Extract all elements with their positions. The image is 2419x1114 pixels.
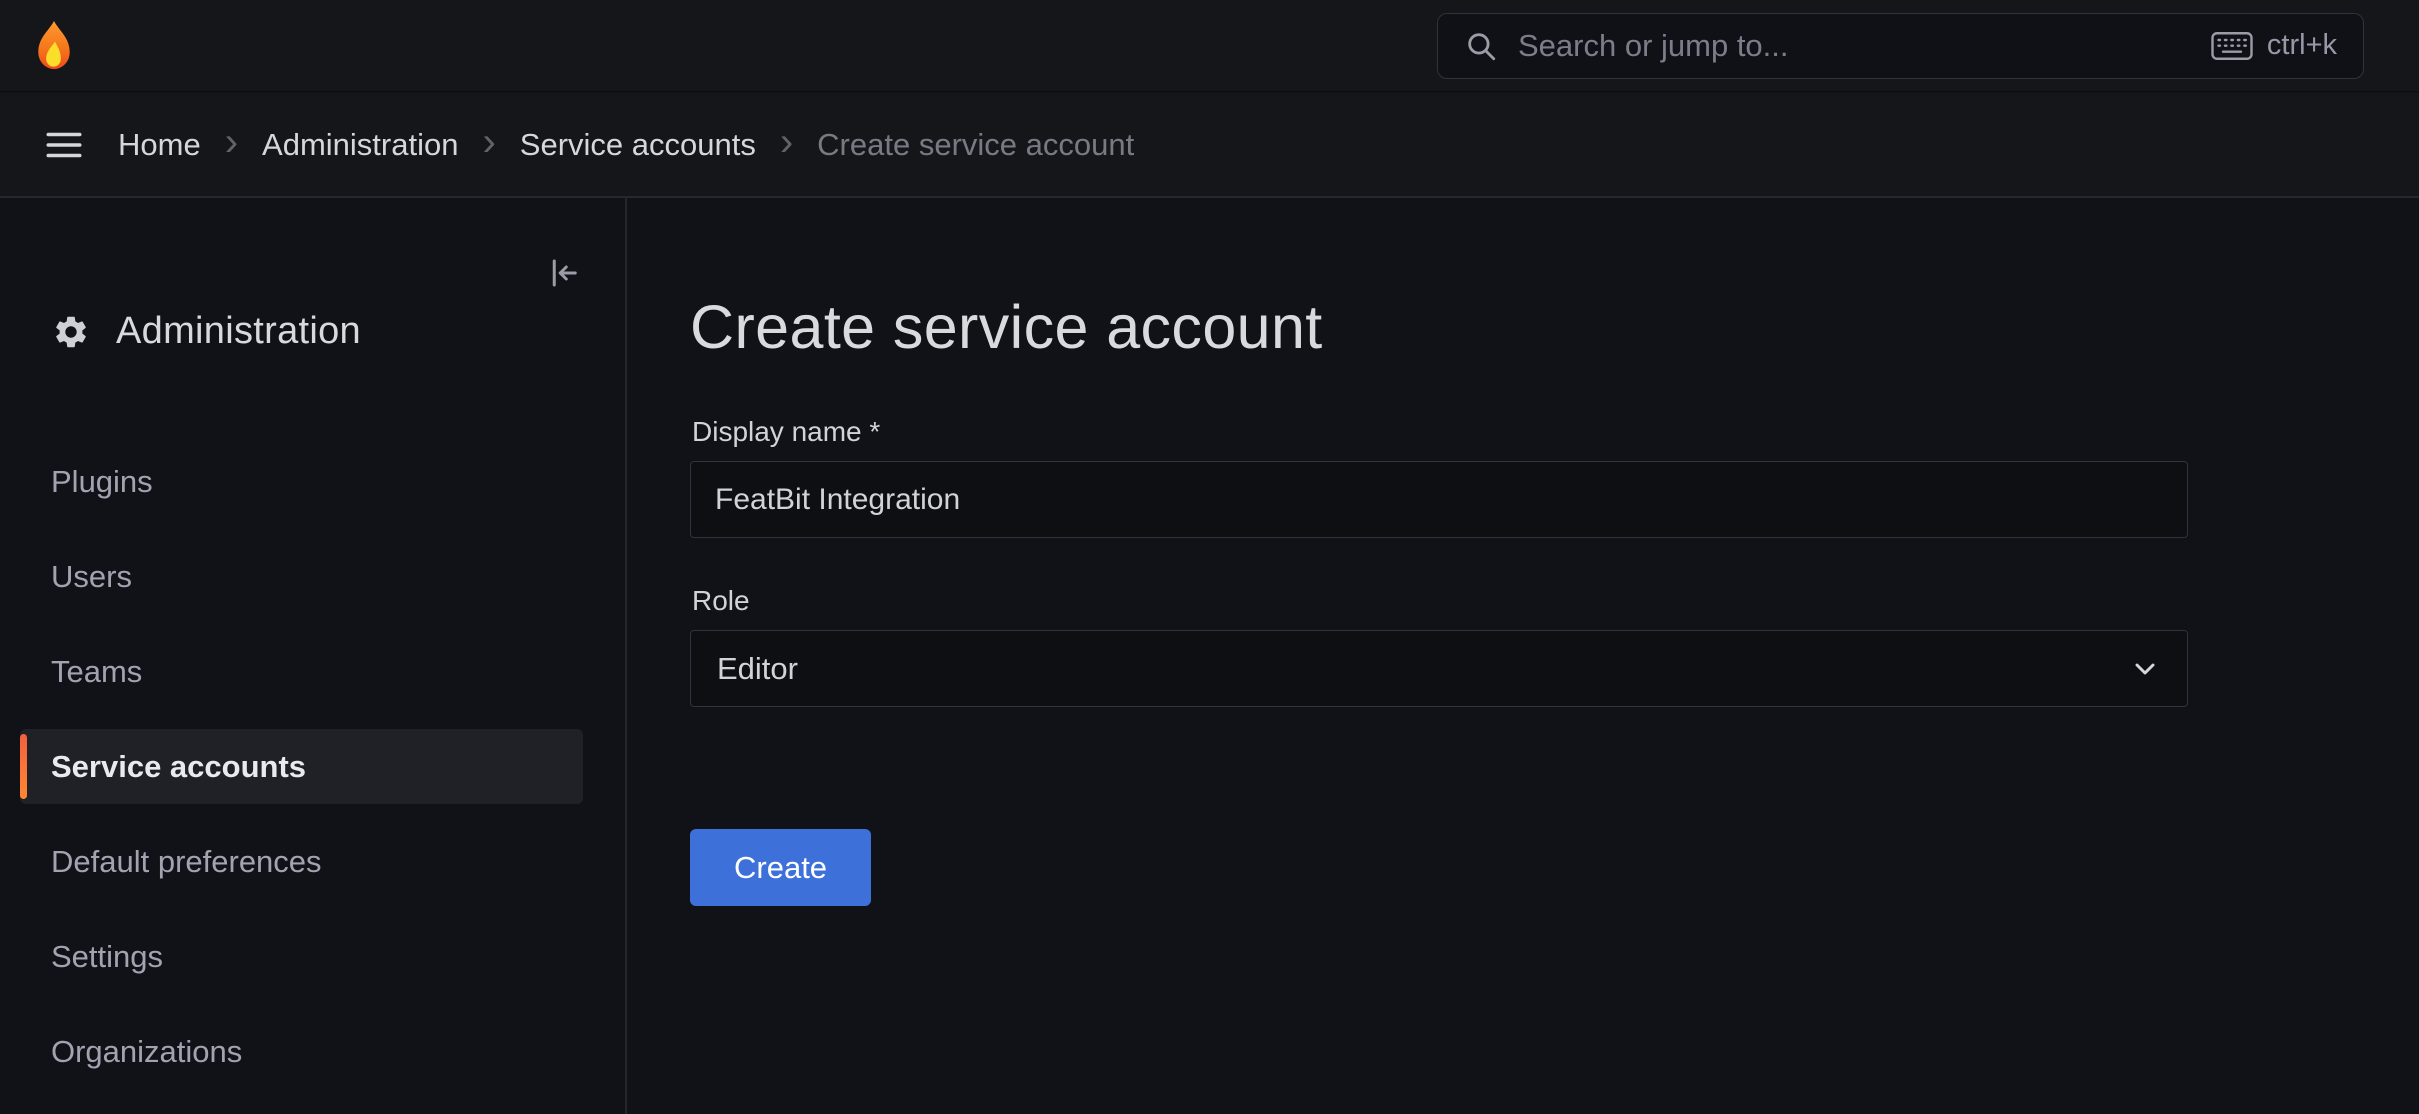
- sidebar-nav: Plugins Users Teams Service accounts Def…: [20, 444, 583, 1109]
- sidebar-header-administration[interactable]: Administration: [52, 310, 361, 353]
- workspace: Administration Plugins Users Teams Servi…: [0, 198, 2419, 1114]
- breadcrumb-item-service-accounts[interactable]: Service accounts: [520, 127, 756, 163]
- sidebar-item-service-accounts[interactable]: Service accounts: [20, 729, 583, 804]
- role-select-value: Editor: [717, 651, 798, 687]
- sidebar-item-label: Default preferences: [51, 844, 322, 880]
- menu-button[interactable]: [28, 109, 100, 181]
- display-name-input[interactable]: [690, 461, 2188, 538]
- sidebar-item-label: Settings: [51, 939, 163, 975]
- sidebar-item-label: Organizations: [51, 1034, 242, 1070]
- chevron-right-icon: ›: [780, 122, 793, 162]
- sidebar-item-label: Plugins: [51, 464, 153, 500]
- sidebar-item-label: Teams: [51, 654, 142, 690]
- hamburger-icon: [43, 124, 85, 166]
- sidebar-item-organizations[interactable]: Organizations: [20, 1014, 583, 1089]
- search-shortcut-label: ctrl+k: [2267, 29, 2337, 62]
- search-box[interactable]: ctrl+k: [1437, 13, 2364, 79]
- sidebar-title: Administration: [116, 310, 361, 353]
- breadcrumb-bar: Home › Administration › Service accounts…: [0, 93, 2419, 198]
- role-select[interactable]: Editor: [690, 630, 2188, 707]
- create-button[interactable]: Create: [690, 829, 871, 906]
- gear-icon: [52, 313, 90, 351]
- keyboard-icon: [2211, 31, 2253, 61]
- page-title: Create service account: [690, 292, 1323, 362]
- grafana-app: ctrl+k Home › Administration › Service a…: [0, 0, 2419, 1114]
- breadcrumb-item-administration[interactable]: Administration: [262, 127, 458, 163]
- sidebar-item-settings[interactable]: Settings: [20, 919, 583, 994]
- search-shortcut: ctrl+k: [2211, 29, 2337, 62]
- dock-left-icon: [546, 255, 582, 291]
- sidebar-item-default-preferences[interactable]: Default preferences: [20, 824, 583, 899]
- sidebar-item-teams[interactable]: Teams: [20, 634, 583, 709]
- main-content: Create service account Display name * Ro…: [627, 198, 2419, 1114]
- chevron-right-icon: ›: [225, 122, 238, 162]
- chevron-right-icon: ›: [482, 122, 495, 162]
- grafana-logo-button[interactable]: [26, 16, 82, 76]
- display-name-label: Display name *: [692, 416, 880, 448]
- sidebar-item-users[interactable]: Users: [20, 539, 583, 614]
- top-bar: ctrl+k: [0, 0, 2419, 92]
- search-input[interactable]: [1518, 28, 2191, 64]
- breadcrumb-item-current: Create service account: [817, 127, 1134, 163]
- breadcrumb: Home › Administration › Service accounts…: [118, 125, 1134, 165]
- sidebar-item-plugins[interactable]: Plugins: [20, 444, 583, 519]
- search-icon: [1464, 29, 1498, 63]
- role-label: Role: [692, 585, 750, 617]
- grafana-logo-icon: [29, 19, 79, 73]
- breadcrumb-item-home[interactable]: Home: [118, 127, 201, 163]
- sidebar-item-label: Service accounts: [51, 749, 306, 785]
- chevron-down-icon: [2129, 653, 2161, 685]
- collapse-sidebar-button[interactable]: [541, 250, 587, 296]
- sidebar: Administration Plugins Users Teams Servi…: [0, 198, 627, 1114]
- sidebar-item-label: Users: [51, 559, 132, 595]
